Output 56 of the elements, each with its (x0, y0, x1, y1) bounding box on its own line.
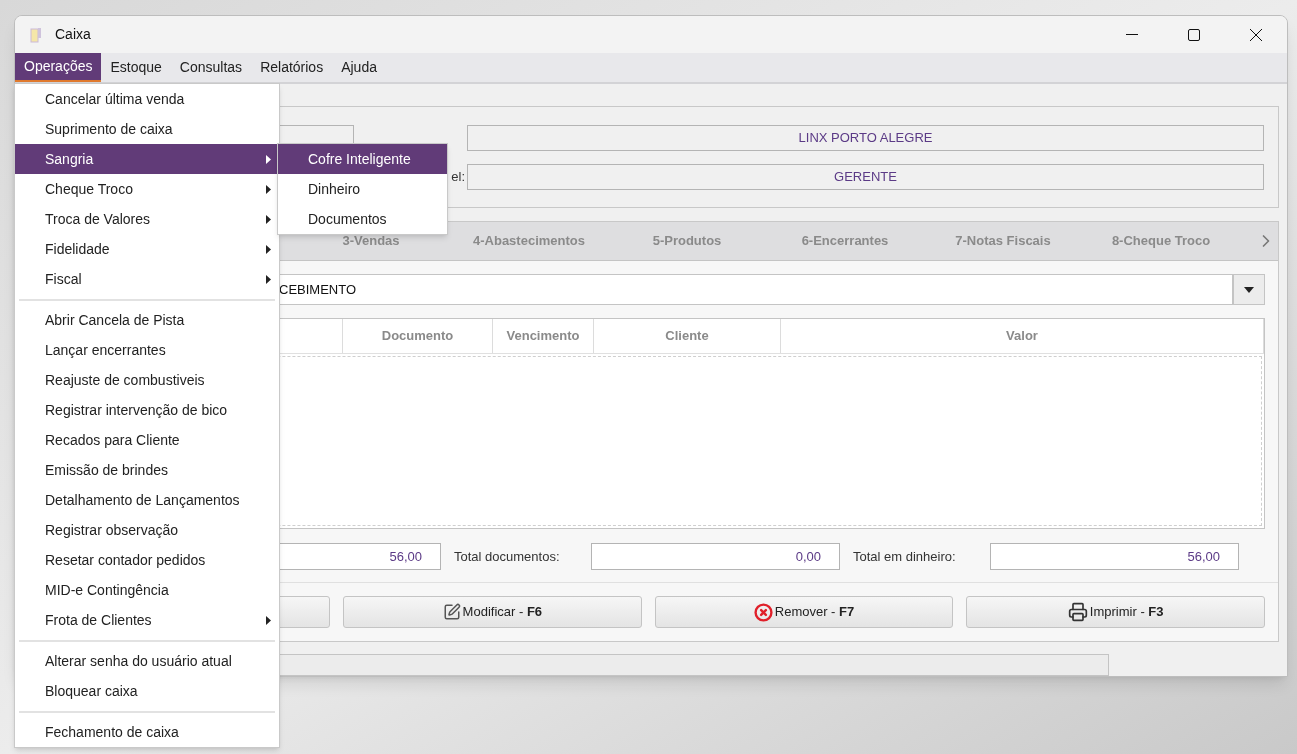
menu-bar-item[interactable]: Operações (15, 53, 102, 82)
column-header[interactable]: Cliente (594, 319, 781, 353)
action-button[interactable]: Remover - F7 (654, 596, 954, 628)
menu-item[interactable]: Lançar encerrantes (15, 335, 279, 365)
menu-bar-item[interactable]: Relatórios (251, 53, 333, 82)
menu-bar-item[interactable]: Ajuda (332, 53, 386, 82)
menu-item[interactable]: Fidelidade (15, 234, 279, 264)
minimize-icon (1126, 33, 1138, 36)
menu-item[interactable]: Cheque Troco (15, 174, 279, 204)
menu-bar-item[interactable]: Estoque (101, 53, 171, 82)
responsavel-field[interactable]: GERENTE (467, 163, 1264, 190)
printer-icon (1067, 602, 1088, 622)
dropdown-button[interactable] (1233, 274, 1265, 305)
submenu-arrow-icon (266, 214, 271, 224)
total-label: Total documentos: (454, 547, 561, 566)
edit-icon (442, 603, 461, 621)
menu-item[interactable]: Bloquear caixa (15, 676, 279, 706)
action-button[interactable]: Imprimir - F3 (966, 596, 1265, 628)
menu-item[interactable]: Abrir Cancela de Pista (15, 305, 279, 335)
menu-item[interactable]: Detalhamento de Lançamentos (15, 485, 279, 515)
window-title: Caixa (55, 25, 91, 44)
menu-item[interactable]: Dinheiro (278, 174, 447, 204)
menu-item[interactable]: MID-e Contingência (15, 575, 279, 605)
submenu-arrow-icon (266, 184, 271, 194)
menu-item[interactable]: Cancelar última venda (15, 84, 279, 114)
column-header[interactable]: Valor (781, 319, 1264, 353)
field-label: el: (450, 167, 466, 186)
submenu-arrow-icon (266, 615, 271, 625)
menu-item[interactable]: Sangria (15, 144, 279, 174)
menu-item[interactable]: Fechamento de caixa (15, 717, 279, 747)
menu-item[interactable]: Recados para Cliente (15, 425, 279, 455)
menu-item[interactable]: Frota de Clientes (15, 605, 279, 635)
maximize-icon (1188, 28, 1200, 41)
menu-item[interactable]: Alterar senha do usuário atual (15, 646, 279, 676)
close-icon (753, 602, 773, 622)
total-field: 56,00 (990, 543, 1239, 570)
menu-item[interactable]: Suprimento de caixa (15, 114, 279, 144)
submenu-arrow-icon (266, 274, 271, 284)
submenu-arrow-icon (266, 154, 271, 164)
total-label: Total em dinheiro: (853, 547, 957, 566)
total-field: 0,00 (591, 543, 840, 570)
menu-item[interactable]: Registrar observação (15, 515, 279, 545)
menu-bar-item[interactable]: Consultas (170, 53, 252, 82)
menu-item[interactable]: Registrar intervenção de bico (15, 395, 279, 425)
submenu-arrow-icon (266, 244, 271, 254)
menu-item[interactable]: Documentos (278, 204, 447, 234)
caret-icon (1244, 286, 1254, 293)
empresa-field[interactable]: LINX PORTO ALEGRE (467, 124, 1264, 151)
action-button[interactable]: Modificar - F6 (343, 596, 642, 628)
app-icon (30, 26, 42, 43)
close-icon (1250, 28, 1262, 41)
menu-item[interactable]: Cofre Inteligente (278, 144, 447, 174)
column-header[interactable]: Documento (343, 319, 493, 353)
menu-item[interactable]: Troca de Valores (15, 204, 279, 234)
menu-item[interactable]: Emissão de brindes (15, 455, 279, 485)
menu-item[interactable]: Reajuste de combustiveis (15, 365, 279, 395)
